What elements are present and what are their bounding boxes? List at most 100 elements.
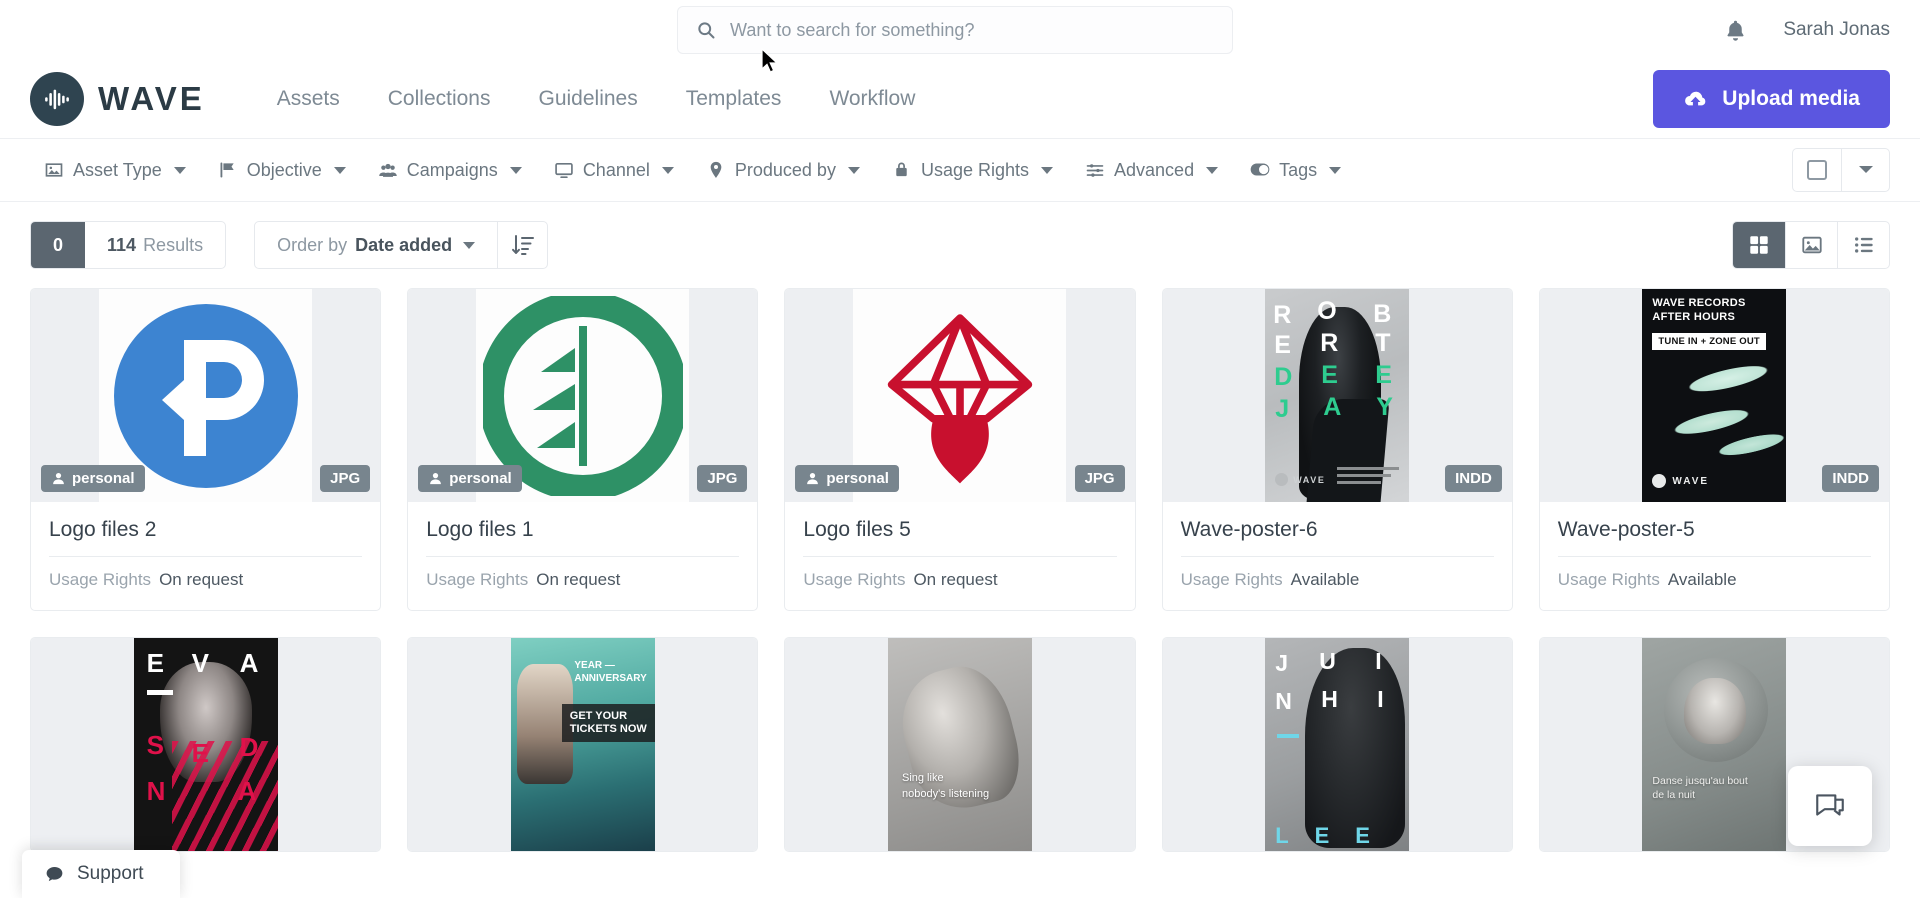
poster-tagline: TUNE IN + ZONE OUT xyxy=(1652,333,1766,350)
poster-caption-line1: Danse jusqu'au bout xyxy=(1652,774,1748,787)
upload-media-button[interactable]: Upload media xyxy=(1653,70,1890,128)
flag-icon xyxy=(218,160,238,180)
chat-launcher-button[interactable] xyxy=(1788,766,1872,846)
sort-direction-button[interactable] xyxy=(497,222,547,268)
asset-title: Wave-poster-6 xyxy=(1180,518,1318,541)
chevron-down-icon xyxy=(463,241,476,249)
poster-caption-line1: Sing like xyxy=(901,772,944,785)
usage-rights-value: On request xyxy=(913,570,998,589)
sort-descending-icon xyxy=(511,233,535,257)
poster-after-hours-image: WAVE RECORDS AFTER HOURS TUNE IN + ZONE … xyxy=(1642,289,1787,502)
image-icon xyxy=(44,160,64,180)
main-navigation: WAVE Assets Collections Guidelines Templ… xyxy=(0,60,1920,138)
nav-item-templates[interactable]: Templates xyxy=(662,77,806,121)
toggle-icon xyxy=(1250,160,1270,180)
support-button[interactable]: Support xyxy=(22,850,180,898)
asset-card[interactable]: YEAR — ANNIVERSARY GET YOUR TICKETS NOW xyxy=(407,637,759,852)
asset-card[interactable]: personal JPG Logo files 1 Usage Rights O… xyxy=(407,288,759,611)
poster-letter: I xyxy=(1377,686,1384,712)
usage-rights-value: On request xyxy=(536,570,621,589)
results-toolbar: 0 114 Results Order by Date added xyxy=(0,202,1920,288)
poster-letter: E xyxy=(1274,331,1291,359)
poster-letter: T xyxy=(1375,329,1391,357)
grid-icon xyxy=(1748,234,1770,256)
poster-letter: E xyxy=(146,648,164,678)
badge-visibility-label: personal xyxy=(449,470,512,487)
asset-card[interactable]: personal JPG Logo files 2 Usage Rights O… xyxy=(30,288,382,611)
filter-tags[interactable]: Tags xyxy=(1236,152,1355,189)
filter-usage-rights[interactable]: Usage Rights xyxy=(878,152,1067,189)
asset-thumbnail: personal JPG xyxy=(785,289,1135,502)
selection-dropdown-button[interactable] xyxy=(1841,149,1889,191)
nav-item-assets[interactable]: Assets xyxy=(253,77,364,121)
chat-bubble-icon xyxy=(44,864,65,885)
asset-card[interactable]: personal JPG Logo files 5 Usage Rights O… xyxy=(784,288,1136,611)
chat-icon xyxy=(1813,789,1847,823)
chevron-down-icon xyxy=(173,166,186,174)
poster-subtitle: LEE xyxy=(1275,823,1396,848)
brand-logo[interactable]: WAVE xyxy=(30,72,205,126)
asset-thumbnail: YEAR — ANNIVERSARY GET YOUR TICKETS NOW xyxy=(408,638,758,851)
filter-objective[interactable]: Objective xyxy=(204,152,360,189)
filter-campaigns-label: Campaigns xyxy=(406,159,498,180)
filter-asset-type[interactable]: Asset Type xyxy=(30,152,200,189)
upload-media-label: Upload media xyxy=(1722,87,1860,110)
top-bar: Sarah Jonas xyxy=(0,0,1920,60)
poster-cta-line1: GET YOUR xyxy=(569,710,628,722)
poster-letter: R xyxy=(1273,301,1292,329)
asset-card-body: Logo files 5 Usage Rights On request xyxy=(785,502,1134,610)
asset-grid: personal JPG Logo files 2 Usage Rights O… xyxy=(0,288,1920,611)
asset-card[interactable]: E V A S E D N A xyxy=(30,637,382,852)
view-mode-grid[interactable] xyxy=(1733,222,1785,268)
filter-campaigns[interactable]: Campaigns xyxy=(364,152,536,189)
asset-title: Logo files 2 xyxy=(49,518,157,541)
selected-count-badge[interactable]: 0 xyxy=(31,222,86,268)
location-pin-icon xyxy=(706,160,726,180)
poster-caption-line2: nobody's listening xyxy=(901,788,990,801)
asset-card[interactable]: R O B E R T D E E J A Y WAVE INDD Wave-p… xyxy=(1161,288,1513,611)
filter-advanced[interactable]: Advanced xyxy=(1071,152,1232,189)
list-icon xyxy=(1853,234,1875,256)
search-box[interactable] xyxy=(677,6,1233,54)
chevron-down-icon xyxy=(1206,166,1219,174)
badge-filetype: INDD xyxy=(1445,465,1502,492)
asset-title: Logo files 5 xyxy=(803,518,911,541)
results-count-number: 114 xyxy=(107,234,137,255)
filter-channel-label: Channel xyxy=(582,159,650,180)
view-mode-gallery[interactable] xyxy=(1785,222,1837,268)
asset-card-body: Wave-poster-5 Usage Rights Available xyxy=(1540,502,1889,610)
nav-item-guidelines[interactable]: Guidelines xyxy=(514,77,661,121)
poster-robert-deejay-image: R O B E R T D E E J A Y WAVE xyxy=(1265,289,1410,502)
notifications-bell-icon[interactable] xyxy=(1721,16,1749,44)
asset-card[interactable]: Sing like nobody's listening xyxy=(784,637,1136,852)
usage-rights-label: Usage Rights xyxy=(803,570,906,589)
filter-produced-by[interactable]: Produced by xyxy=(692,152,874,189)
badge-filetype: JPG xyxy=(1074,465,1125,492)
wave-logo-icon xyxy=(1652,474,1667,488)
selection-controls xyxy=(1792,148,1890,192)
poster-letter: I xyxy=(1375,648,1382,674)
filter-bar: Asset Type Objective Campaigns Channel P… xyxy=(0,138,1920,202)
asset-thumbnail: personal JPG xyxy=(408,289,758,502)
user-name[interactable]: Sarah Jonas xyxy=(1783,19,1890,41)
badge-visibility: personal xyxy=(795,465,899,492)
poster-letter: U xyxy=(1319,648,1336,674)
view-mode-list[interactable] xyxy=(1837,222,1889,268)
asset-title: Wave-poster-5 xyxy=(1557,518,1695,541)
poster-brand: WAVE xyxy=(1293,474,1326,485)
poster-sing-like-image: Sing like nobody's listening xyxy=(887,638,1032,851)
usage-rights-value: Available xyxy=(1290,570,1360,589)
filter-objective-label: Objective xyxy=(246,159,322,180)
order-by-dropdown[interactable]: Order by Date added xyxy=(255,235,497,256)
asset-title: Logo files 1 xyxy=(426,518,534,541)
view-mode-switcher xyxy=(1732,221,1890,269)
nav-item-collections[interactable]: Collections xyxy=(364,77,515,121)
results-count-pill: 0 114 Results xyxy=(30,221,227,269)
asset-card[interactable]: WAVE RECORDS AFTER HOURS TUNE IN + ZONE … xyxy=(1538,288,1890,611)
asset-card[interactable]: J U I N H I LEE xyxy=(1161,637,1513,852)
search-input[interactable] xyxy=(730,19,1214,41)
nav-item-workflow[interactable]: Workflow xyxy=(805,77,939,121)
select-all-checkbox[interactable] xyxy=(1793,149,1841,191)
poster-letter: A xyxy=(1323,393,1342,421)
filter-channel[interactable]: Channel xyxy=(540,152,688,189)
